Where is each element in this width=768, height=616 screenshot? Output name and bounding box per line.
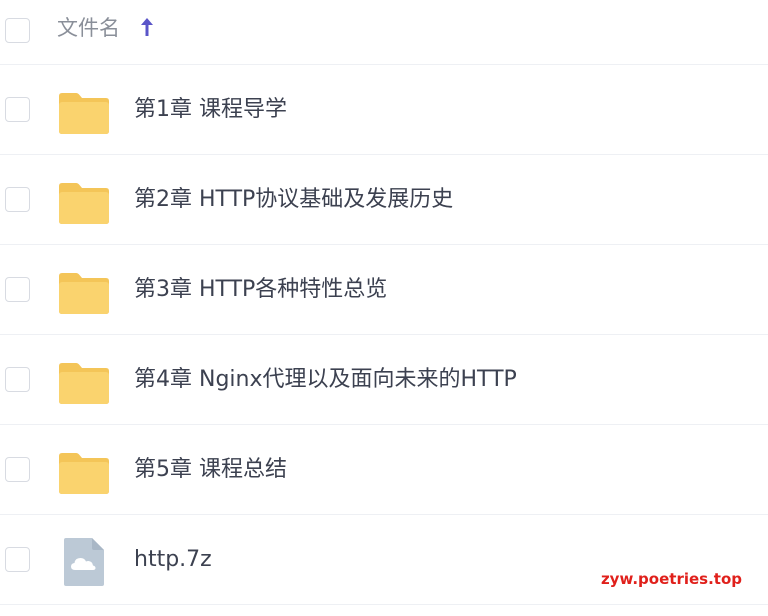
list-item[interactable]: 第4章 Nginx代理以及面向未来的HTTP <box>0 335 768 425</box>
file-name[interactable]: 第3章 HTTP各种特性总览 <box>134 274 387 306</box>
arrow-up-icon[interactable] <box>138 15 156 39</box>
folder-icon <box>59 93 109 134</box>
folder-icon <box>59 363 109 404</box>
file-name[interactable]: 第5章 课程总结 <box>134 454 287 486</box>
row-checkbox[interactable] <box>5 97 30 122</box>
folder-icon <box>59 273 109 314</box>
folder-icon <box>59 453 109 494</box>
folder-icon <box>59 183 109 224</box>
cloud-file-icon <box>64 538 104 586</box>
list-item[interactable]: 第1章 课程导学 <box>0 65 768 155</box>
file-name[interactable]: 第4章 Nginx代理以及面向未来的HTTP <box>134 364 517 396</box>
row-checkbox[interactable] <box>5 547 30 572</box>
file-list: 文件名 第1章 课程导学 第2章 HTTP协议基础及发展历史 第3章 HTTP各… <box>0 0 768 616</box>
file-name[interactable]: 第1章 课程导学 <box>134 94 287 126</box>
list-item[interactable]: 第2章 HTTP协议基础及发展历史 <box>0 155 768 245</box>
file-name[interactable]: http.7z <box>134 544 212 576</box>
list-item[interactable]: 第5章 课程总结 <box>0 425 768 515</box>
row-checkbox[interactable] <box>5 187 30 212</box>
file-list-header: 文件名 <box>0 0 768 65</box>
row-checkbox[interactable] <box>5 367 30 392</box>
file-name[interactable]: 第2章 HTTP协议基础及发展历史 <box>134 184 453 216</box>
list-item[interactable]: 第3章 HTTP各种特性总览 <box>0 245 768 335</box>
column-header-filename[interactable]: 文件名 <box>57 12 120 44</box>
row-checkbox[interactable] <box>5 277 30 302</box>
watermark-text: zyw.poetries.top <box>600 570 742 588</box>
select-all-checkbox[interactable] <box>5 18 30 43</box>
list-item[interactable]: http.7z <box>0 515 768 605</box>
row-checkbox[interactable] <box>5 457 30 482</box>
